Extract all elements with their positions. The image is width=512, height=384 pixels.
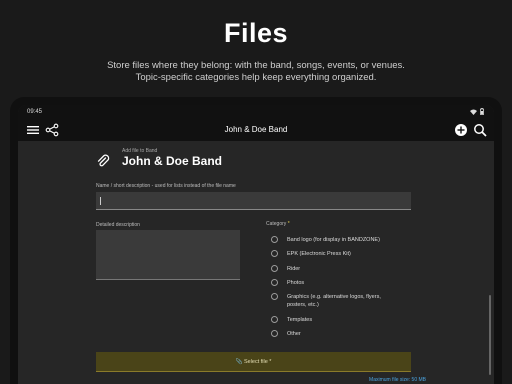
category-label-text: Category bbox=[266, 221, 287, 227]
form-heading: John & Doe Band bbox=[122, 154, 223, 168]
description-label: Detailed description bbox=[96, 222, 140, 228]
app-screen: 09:45 John & Doe Band Add file to Band J… bbox=[18, 105, 494, 384]
name-field-label: Name / short description - used for list… bbox=[96, 183, 236, 189]
category-option-label: Rider bbox=[287, 266, 301, 272]
category-option-label: EPK (Electronic Press Kit) bbox=[287, 251, 351, 257]
radio-button[interactable] bbox=[271, 316, 278, 323]
radio-button[interactable] bbox=[271, 250, 278, 257]
category-option-other[interactable]: Other bbox=[271, 330, 397, 338]
select-file-button[interactable]: 📎 Select file * bbox=[96, 352, 411, 372]
category-label: Category * bbox=[266, 221, 290, 227]
toolbar-title: John & Doe Band bbox=[224, 125, 288, 134]
description-textarea[interactable] bbox=[96, 230, 240, 280]
max-file-size-note: Maximum file size: 50 MB bbox=[369, 377, 426, 383]
select-file-label: Select file * bbox=[243, 359, 272, 365]
category-option-epk[interactable]: EPK (Electronic Press Kit) bbox=[271, 250, 397, 258]
search-icon[interactable] bbox=[473, 123, 487, 137]
status-icons bbox=[470, 108, 484, 115]
add-icon[interactable] bbox=[454, 123, 468, 137]
promo-title: Files bbox=[223, 18, 289, 48]
promo-subtitle: Store files where they belong: with the … bbox=[0, 60, 512, 84]
text-caret bbox=[100, 197, 101, 205]
scrollbar[interactable] bbox=[489, 295, 491, 375]
wifi-icon bbox=[470, 109, 477, 115]
promo-subtitle-line1: Store files where they belong: with the … bbox=[107, 60, 405, 71]
category-option-rider[interactable]: Rider bbox=[271, 265, 397, 273]
category-option-templates[interactable]: Templates bbox=[271, 316, 397, 324]
category-option-label: Templates bbox=[287, 317, 313, 323]
radio-button[interactable] bbox=[271, 236, 278, 243]
status-time: 09:45 bbox=[27, 109, 43, 115]
promo-subtitle-line2: Topic-specific categories help keep ever… bbox=[135, 72, 377, 83]
category-option-label: Band logo (for display in BANDZONE) bbox=[287, 237, 380, 243]
tablet-frame: 09:45 John & Doe Band Add file to Band J… bbox=[10, 97, 502, 384]
category-option-label: Other bbox=[287, 331, 301, 337]
category-option-band-logo[interactable]: Band logo (for display in BANDZONE) bbox=[271, 236, 397, 244]
radio-button[interactable] bbox=[271, 265, 278, 272]
status-bar: 09:45 bbox=[18, 105, 494, 119]
category-option-graphics[interactable]: Graphics (e.g. alternative logos, flyers… bbox=[271, 293, 397, 309]
paperclip-icon bbox=[97, 154, 110, 167]
battery-icon bbox=[480, 108, 484, 115]
name-input[interactable] bbox=[96, 192, 411, 210]
paperclip-icon: 📎 bbox=[235, 359, 243, 365]
category-option-label: Graphics (e.g. alternative logos, flyers… bbox=[287, 294, 381, 308]
radio-button[interactable] bbox=[271, 293, 278, 300]
radio-button[interactable] bbox=[271, 330, 278, 337]
radio-button[interactable] bbox=[271, 279, 278, 286]
category-option-label: Photos bbox=[287, 280, 305, 286]
required-marker: * bbox=[287, 221, 290, 227]
category-option-photos[interactable]: Photos bbox=[271, 279, 397, 287]
app-toolbar: John & Doe Band bbox=[18, 119, 494, 141]
